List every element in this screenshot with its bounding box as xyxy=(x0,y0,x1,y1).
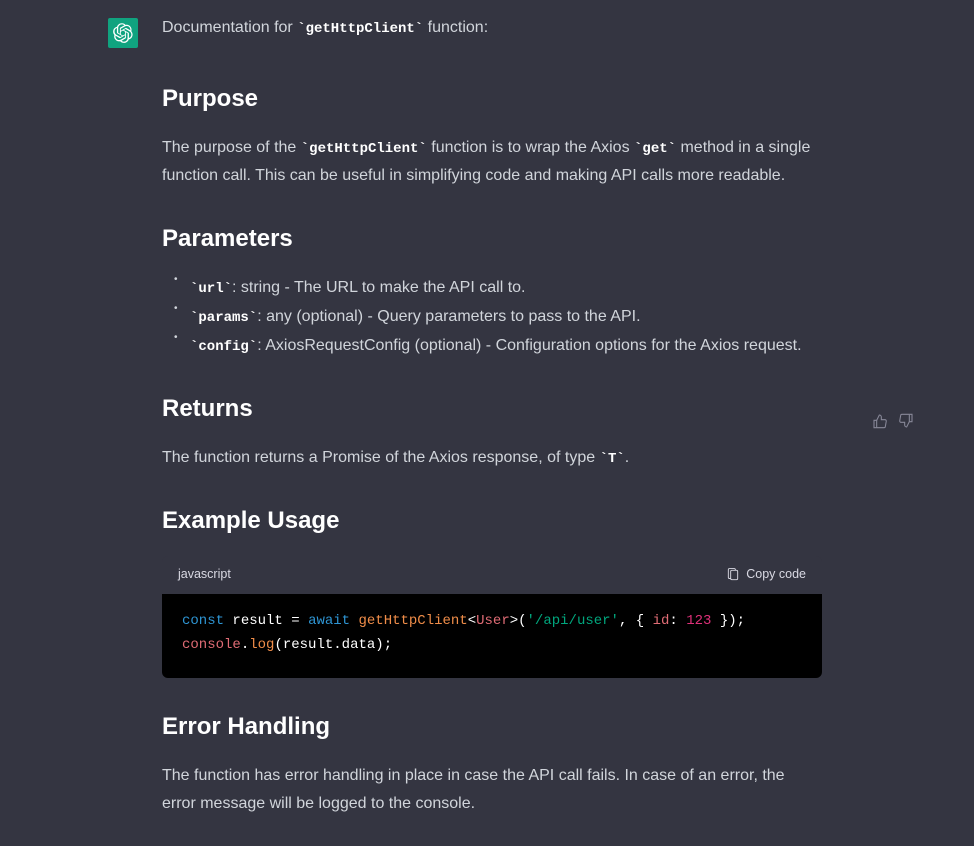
tok xyxy=(283,613,291,629)
tok: , xyxy=(619,613,636,629)
tok: . xyxy=(333,637,341,653)
code-getHttpClient: `getHttpClient` xyxy=(301,141,427,157)
heading-parameters: Parameters xyxy=(162,218,822,260)
code-get: `get` xyxy=(634,141,676,157)
tok xyxy=(300,613,308,629)
heading-returns: Returns xyxy=(162,388,822,430)
param-desc: : any (optional) - Query parameters to p… xyxy=(257,308,640,325)
tok: console xyxy=(182,637,241,653)
tok: ; xyxy=(737,613,745,629)
purpose-text: The purpose of the `getHttpClient` funct… xyxy=(162,134,822,190)
param-name: `params` xyxy=(190,310,257,326)
tok: getHttpClient xyxy=(358,613,467,629)
tok: : xyxy=(669,613,686,629)
openai-logo-icon xyxy=(113,23,133,43)
assistant-avatar xyxy=(108,18,138,48)
tok: } xyxy=(711,613,728,629)
tok: data xyxy=(342,637,376,653)
thumbs-up-icon xyxy=(872,413,888,429)
thumbs-down-button[interactable] xyxy=(898,20,914,822)
param-desc: : string - The URL to make the API call … xyxy=(232,279,525,296)
tok: '/api/user' xyxy=(527,613,619,629)
copy-label: Copy code xyxy=(746,564,806,586)
code-content[interactable]: const result = await getHttpClient<User>… xyxy=(162,594,822,678)
param-name: `url` xyxy=(190,281,232,297)
tok: = xyxy=(291,613,299,629)
code-T: `T` xyxy=(600,451,625,467)
tok: result xyxy=(232,613,282,629)
feedback-controls xyxy=(872,20,914,822)
tok: id xyxy=(653,613,670,629)
tok: > xyxy=(510,613,518,629)
tok: . xyxy=(241,637,249,653)
tok: ) xyxy=(375,637,383,653)
code-header: javascript Copy code xyxy=(162,556,822,594)
tok: await xyxy=(308,613,350,629)
intro-code: `getHttpClient` xyxy=(297,21,423,37)
heading-error-handling: Error Handling xyxy=(162,706,822,748)
intro-prefix: Documentation for xyxy=(162,19,297,36)
returns-text: The function returns a Promise of the Ax… xyxy=(162,444,822,472)
text: . xyxy=(625,449,629,466)
list-item: `params`: any (optional) - Query paramet… xyxy=(174,303,822,332)
text: The function returns a Promise of the Ax… xyxy=(162,449,600,466)
param-desc: : AxiosRequestConfig (optional) - Config… xyxy=(257,337,801,354)
tok: log xyxy=(249,637,274,653)
thumbs-up-button[interactable] xyxy=(872,20,888,822)
text: The purpose of the xyxy=(162,139,301,156)
code-language-label: javascript xyxy=(178,564,231,586)
intro-line: Documentation for `getHttpClient` functi… xyxy=(162,14,822,42)
error-handling-text: The function has error handling in place… xyxy=(162,762,822,818)
message-content: Documentation for `getHttpClient` functi… xyxy=(162,14,822,822)
list-item: `config`: AxiosRequestConfig (optional) … xyxy=(174,332,822,361)
copy-code-button[interactable]: Copy code xyxy=(726,564,806,586)
tok: 123 xyxy=(686,613,711,629)
assistant-message-row: Documentation for `getHttpClient` functi… xyxy=(0,0,974,846)
heading-purpose: Purpose xyxy=(162,78,822,120)
heading-example: Example Usage xyxy=(162,500,822,542)
tok: ( xyxy=(274,637,282,653)
tok: { xyxy=(636,613,653,629)
text: function is to wrap the Axios xyxy=(427,139,634,156)
tok: ; xyxy=(384,637,392,653)
tok: result xyxy=(283,637,333,653)
tok: User xyxy=(476,613,510,629)
tok: ) xyxy=(728,613,736,629)
parameters-list: `url`: string - The URL to make the API … xyxy=(162,274,822,360)
thumbs-down-icon xyxy=(898,413,914,429)
intro-suffix: function: xyxy=(423,19,488,36)
param-name: `config` xyxy=(190,339,257,355)
code-block: javascript Copy code const result = awai… xyxy=(162,556,822,677)
clipboard-icon xyxy=(726,568,740,582)
list-item: `url`: string - The URL to make the API … xyxy=(174,274,822,303)
tok: const xyxy=(182,613,224,629)
tok: < xyxy=(468,613,476,629)
tok: ( xyxy=(518,613,526,629)
